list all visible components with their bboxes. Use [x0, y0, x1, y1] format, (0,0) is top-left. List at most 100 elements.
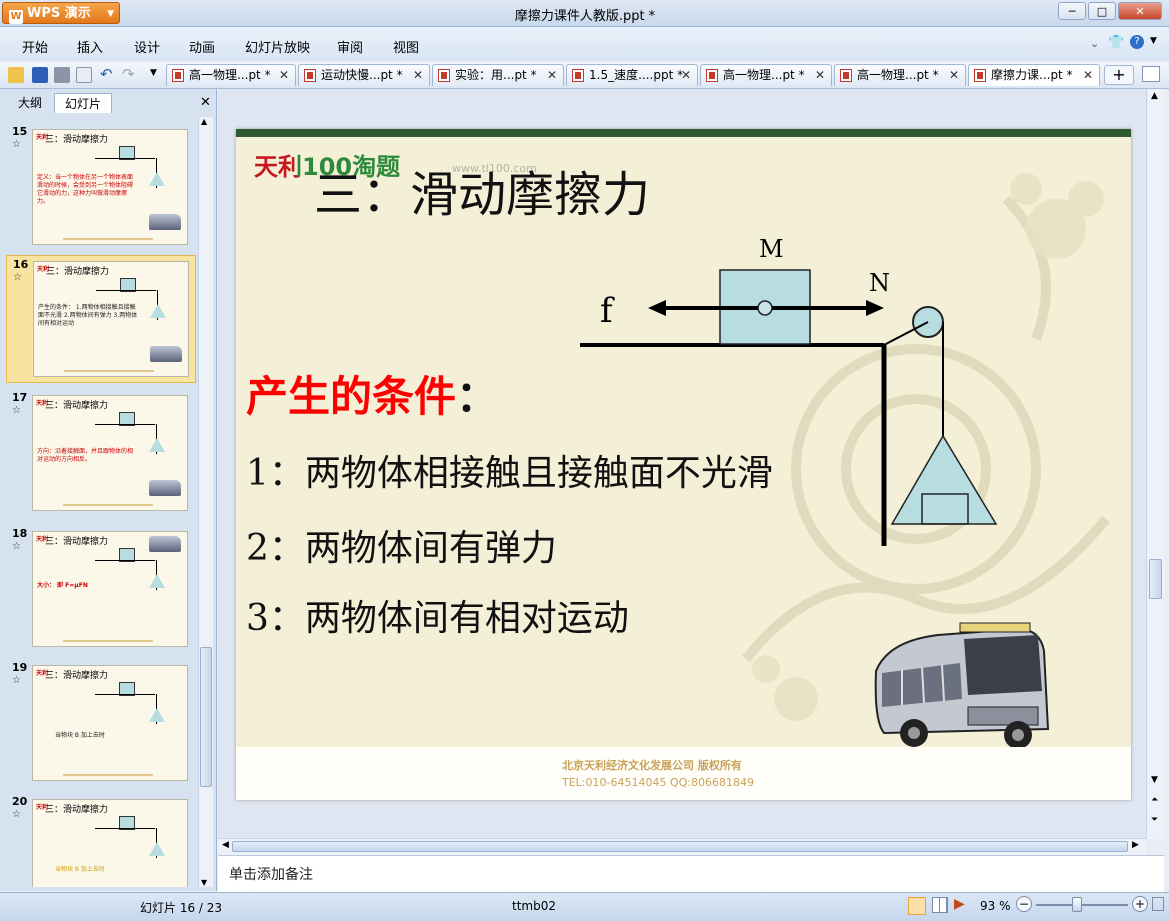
menu-insert[interactable]: 插入	[77, 37, 103, 56]
ppt-file-icon	[304, 69, 316, 82]
slideshow-icon[interactable]: ▶	[954, 896, 965, 912]
scroll-down-icon[interactable]: ▼	[1151, 775, 1158, 785]
close-tab-icon[interactable]: ✕	[681, 65, 691, 86]
slide-sorter-view-icon[interactable]	[932, 897, 948, 913]
label-f: f	[600, 291, 613, 331]
slide-vertical-scrollbar[interactable]: ▲ ▼ ⏶ ⏷	[1146, 89, 1165, 839]
thumb-title: 三：滑动摩擦力	[46, 267, 110, 277]
doc-tab-label: 摩擦力课...pt *	[991, 68, 1073, 82]
doc-tab-1[interactable]: 高一物理...pt * ✕	[166, 64, 296, 86]
scroll-left-icon[interactable]: ◀	[222, 840, 229, 850]
maximize-button[interactable]: □	[1088, 2, 1116, 20]
scroll-up-icon[interactable]: ▲	[1151, 91, 1158, 101]
menu-slideshow[interactable]: 幻灯片放映	[245, 37, 310, 56]
doc-tab-label: 实验：用...pt *	[455, 68, 537, 82]
slide-thumb-18[interactable]: 18 ☆ 天利 三：滑动摩擦力 大小： 即 F=μFN	[6, 525, 196, 647]
slide-thumb-16-selected[interactable]: 16 ☆ 天利 三：滑动摩擦力 产生的条件： 1.两物体相接触且接触面不光滑 2…	[6, 255, 196, 383]
new-tab-button[interactable]: +	[1104, 65, 1134, 85]
close-tab-icon[interactable]: ✕	[413, 65, 423, 86]
notes-pane[interactable]: 单击添加备注	[218, 855, 1164, 892]
menu-view[interactable]: 视图	[393, 37, 419, 56]
close-tab-icon[interactable]: ✕	[279, 65, 289, 86]
help-dropdown-icon[interactable]: ▼	[1150, 36, 1157, 46]
slide-thumb-15[interactable]: 15 ☆ 天利 三：滑动摩擦力 定义：当一个物体在另一个物体表面滑动的时候，会受…	[6, 123, 196, 245]
template-name: ttmb02	[512, 899, 556, 913]
minimize-button[interactable]: ─	[1058, 2, 1086, 20]
customize-toolbar-icon[interactable]: ▼	[150, 68, 157, 78]
zoom-level: 93 %	[980, 899, 1011, 913]
doc-tab-7-active[interactable]: 摩擦力课...pt * ✕	[968, 64, 1100, 86]
animation-star-icon: ☆	[12, 405, 21, 416]
zoom-in-icon[interactable]: +	[1132, 896, 1148, 912]
menu-review[interactable]: 审阅	[337, 37, 363, 56]
close-window-button[interactable]: ✕	[1118, 2, 1162, 20]
scrollbar-thumb[interactable]	[200, 647, 212, 787]
previous-slide-icon[interactable]: ⏶	[1151, 795, 1158, 805]
close-tab-icon[interactable]: ✕	[1083, 65, 1093, 86]
open-icon[interactable]	[8, 67, 24, 83]
thumb-card: 天利 三：滑动摩擦力 当物块 B 加上去时	[32, 665, 188, 781]
slides-panel: 大纲 幻灯片 ✕ 15 ☆ 天利 三：滑动摩擦力 定义：当一个物体在另一个物体表…	[0, 89, 217, 891]
save-icon[interactable]	[32, 67, 48, 83]
ribbon-collapse-icon[interactable]: ⌄	[1090, 37, 1099, 50]
next-slide-icon[interactable]: ⏷	[1151, 815, 1158, 825]
bus-image	[149, 214, 181, 230]
slide-horizontal-scrollbar[interactable]: ◀ ▶	[218, 838, 1146, 855]
close-tab-icon[interactable]: ✕	[547, 65, 557, 86]
close-tab-icon[interactable]: ✕	[949, 65, 959, 86]
menu-animation[interactable]: 动画	[189, 37, 215, 56]
close-tab-icon[interactable]: ✕	[815, 65, 825, 86]
thumb-title: 三：滑动摩擦力	[45, 401, 109, 411]
doc-tab-2[interactable]: 运动快慢...pt * ✕	[298, 64, 430, 86]
heading-colon: ：	[456, 372, 499, 421]
print-preview-icon[interactable]	[76, 67, 92, 83]
conditions-heading: 产生的条件：	[246, 363, 498, 424]
thumb-title: 三：滑动摩擦力	[45, 135, 109, 145]
scroll-down-icon[interactable]: ▼	[201, 878, 207, 887]
scrollbar-thumb[interactable]	[1149, 559, 1162, 599]
zoom-slider-handle[interactable]	[1072, 897, 1082, 912]
fit-window-icon[interactable]	[1152, 897, 1164, 911]
menu-start[interactable]: 开始	[22, 37, 48, 56]
scroll-right-icon[interactable]: ▶	[1132, 840, 1139, 850]
thumbnail-scrollbar[interactable]: ▲ ▼	[198, 117, 213, 887]
ppt-file-icon	[438, 69, 450, 82]
doc-tab-5[interactable]: 高一物理...pt * ✕	[700, 64, 832, 86]
animation-star-icon: ☆	[12, 675, 21, 686]
skin-icon[interactable]: 👕	[1108, 35, 1124, 50]
help-icon[interactable]: ?	[1130, 35, 1144, 49]
normal-view-icon[interactable]	[908, 897, 926, 915]
animation-star-icon: ☆	[12, 541, 21, 552]
redo-icon[interactable]: ↷	[122, 65, 135, 83]
tab-list-icon[interactable]	[1142, 66, 1160, 82]
thumb-card: 天利 三：滑动摩擦力 大小： 即 F=μFN	[32, 531, 188, 647]
zoom-out-icon[interactable]: −	[1016, 896, 1032, 912]
app-menu-button[interactable]: W WPS 演示 ▼	[2, 2, 120, 24]
slide-thumb-20[interactable]: 20 ☆ 天利 三：滑动摩擦力 当物块 B 加上去时	[6, 793, 196, 887]
scrollbar-thumb[interactable]	[232, 841, 1128, 852]
label-n: N	[869, 269, 890, 297]
slide-thumb-17[interactable]: 17 ☆ 天利 三：滑动摩擦力 方向：沿着接触面，并且跟物体的相对运动的方向相反…	[6, 389, 196, 511]
app-name: WPS 演示	[27, 6, 91, 21]
document-title: 摩擦力课件人教版.ppt *	[514, 9, 656, 24]
scroll-up-icon[interactable]: ▲	[201, 117, 207, 126]
tab-slides[interactable]: 幻灯片	[54, 93, 112, 113]
ppt-file-icon	[840, 69, 852, 82]
doc-tab-label: 高一物理...pt *	[857, 68, 939, 82]
thumb-card: 天利 三：滑动摩擦力 定义：当一个物体在另一个物体表面滑动的时候，会受到另一个物…	[32, 129, 188, 245]
close-panel-icon[interactable]: ✕	[200, 95, 211, 110]
notes-placeholder[interactable]: 单击添加备注	[229, 864, 313, 884]
zoom-slider-track[interactable]	[1036, 904, 1128, 906]
menu-design[interactable]: 设计	[134, 37, 160, 56]
doc-tab-label: 高一物理...pt *	[723, 68, 805, 82]
current-slide[interactable]: 天利100淘题 www.tl100.com 三：滑动摩擦力 M N f 产生的条…	[236, 129, 1131, 800]
bus-image	[874, 622, 1050, 749]
tab-outline[interactable]: 大纲	[10, 93, 50, 113]
print-icon[interactable]	[54, 67, 70, 83]
doc-tab-label: 1.5_速度....ppt *	[589, 68, 684, 82]
doc-tab-6[interactable]: 高一物理...pt * ✕	[834, 64, 966, 86]
doc-tab-4[interactable]: 1.5_速度....ppt * ✕	[566, 64, 698, 86]
undo-icon[interactable]: ↶	[100, 65, 113, 83]
slide-thumb-19[interactable]: 19 ☆ 天利 三：滑动摩擦力 当物块 B 加上去时	[6, 659, 196, 781]
doc-tab-3[interactable]: 实验：用...pt * ✕	[432, 64, 564, 86]
